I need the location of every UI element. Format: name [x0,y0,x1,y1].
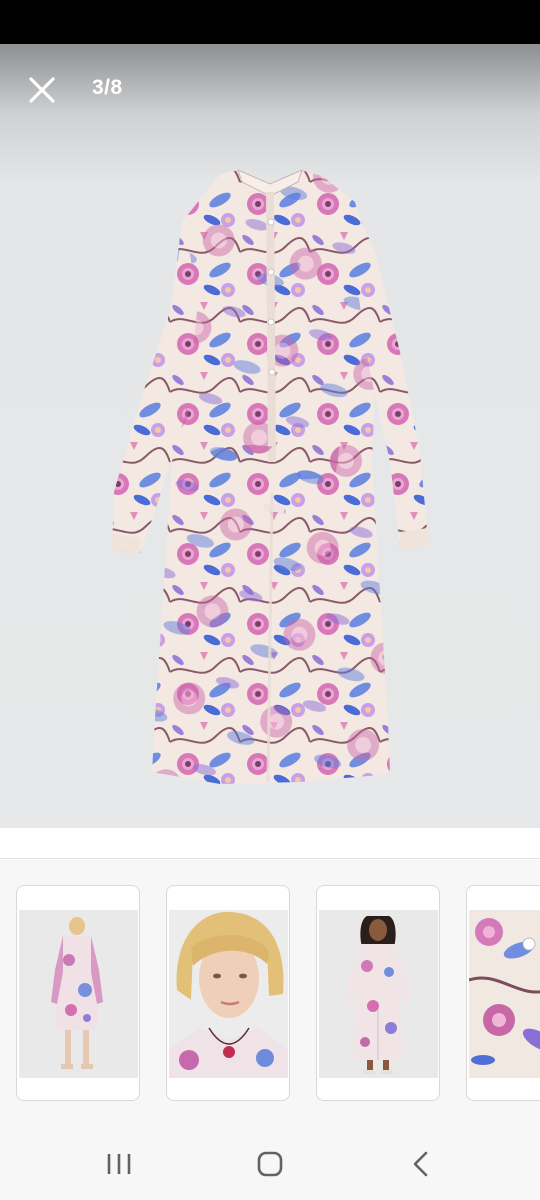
thumb-model-front[interactable] [316,885,440,1101]
thumb-model-closeup-image [169,910,288,1078]
gallery-top-bar: 3/8 [0,44,540,134]
thumb-model-front-image [319,910,438,1078]
product-image-dress[interactable] [100,162,440,792]
thumb-back-view[interactable] [16,885,140,1101]
close-button[interactable] [22,70,62,110]
image-counter: 3/8 [92,76,123,99]
home-button[interactable] [248,1144,292,1184]
thumbnail-strip[interactable] [0,860,540,1128]
thumb-back-view-image [19,910,138,1078]
home-icon [257,1151,283,1177]
back-icon [413,1151,428,1177]
recents-button[interactable] [97,1144,141,1184]
thumb-fabric-detail-image [469,910,540,1078]
recents-icon [107,1154,131,1174]
divider [0,858,540,859]
thumb-fabric-detail[interactable] [466,885,540,1101]
system-navigation-bar [0,1128,540,1200]
image-gallery[interactable]: 3/8 [0,44,540,828]
thumb-model-closeup[interactable] [166,885,290,1101]
close-icon [29,77,55,103]
status-bar [0,0,540,44]
back-button[interactable] [399,1144,443,1184]
